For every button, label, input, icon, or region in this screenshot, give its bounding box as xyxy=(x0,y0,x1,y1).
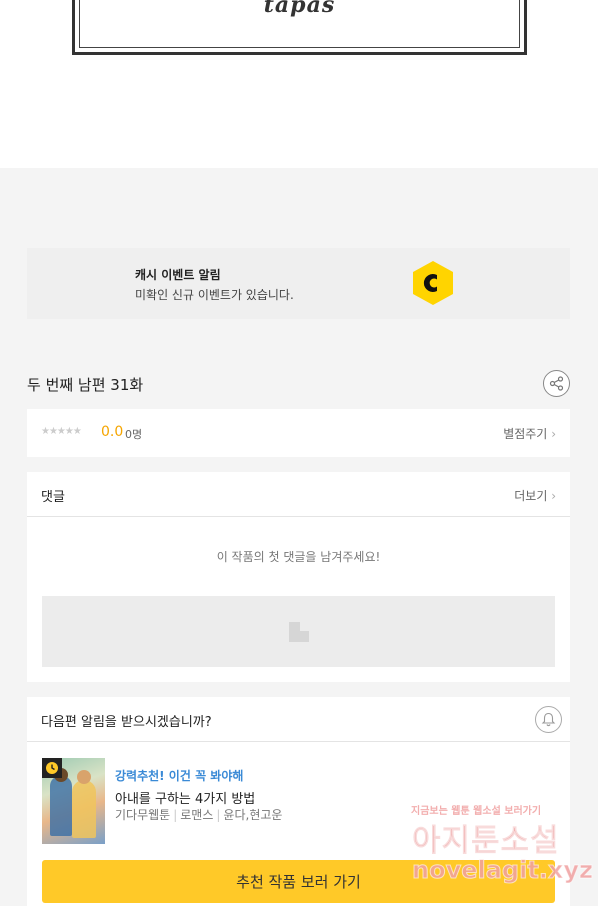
view-recommended-button[interactable]: 추천 작품 보러 가기 xyxy=(42,860,555,903)
cash-c-icon xyxy=(413,261,453,305)
work-category: 기다무웹툰 xyxy=(115,808,171,822)
rating-card: ★★★★★ 0.0 0명 별점주기 › xyxy=(27,409,570,457)
bell-icon xyxy=(541,712,556,727)
banner-subtitle: 미확인 신규 이벤트가 있습니다. xyxy=(135,288,294,302)
image-placeholder-icon xyxy=(289,622,309,642)
recommended-work-title[interactable]: 아내를 구하는 4가지 방법 xyxy=(115,788,255,807)
next-notify-header: 다음편 알림을 받으시겠습니까? xyxy=(27,697,570,742)
comment-section: 댓글 더보기 › 이 작품의 첫 댓글을 남겨주세요! xyxy=(27,472,570,682)
rating-score: 0.0 xyxy=(101,424,124,440)
work-authors: 윤다,현고운 xyxy=(223,808,283,822)
chevron-right-icon: › xyxy=(551,489,556,503)
comment-header: 댓글 더보기 › xyxy=(27,472,570,517)
next-episode-section: 다음편 알림을 받으시겠습니까? 강력추천! 이건 꼭 봐야해 아내를 구하는 … xyxy=(27,697,570,906)
banner-title: 캐시 이벤트 알림 xyxy=(135,268,221,282)
rating-stars: ★★★★★ xyxy=(41,426,82,437)
notify-bell-button[interactable] xyxy=(535,706,562,733)
chevron-right-icon: › xyxy=(551,427,556,441)
episode-title: 두 번째 남편 31화 xyxy=(27,376,144,394)
recommended-work-meta: 기다무웹툰 | 로맨스 | 윤다,현고운 xyxy=(115,808,283,822)
next-notify-question: 다음편 알림을 받으시겠습니까? xyxy=(41,715,212,730)
cash-event-banner[interactable]: 캐시 이벤트 알림 미확인 신규 이벤트가 있습니다. xyxy=(27,248,570,319)
comment-title: 댓글 xyxy=(41,490,65,505)
recommended-work-thumbnail[interactable] xyxy=(42,758,105,844)
wait-free-clock-icon xyxy=(42,758,62,778)
tapas-logo: tapas xyxy=(263,0,336,18)
rating-count: 0명 xyxy=(125,428,143,441)
ad-placeholder[interactable] xyxy=(42,596,555,667)
work-genre: 로맨스 xyxy=(180,808,214,822)
rate-button[interactable]: 별점주기 › xyxy=(503,425,556,442)
more-comments-link[interactable]: 더보기 › xyxy=(514,487,556,504)
recommend-label: 강력추천! 이건 꼭 봐야해 xyxy=(115,769,244,783)
webtoon-end-area: tapas xyxy=(0,0,598,168)
webtoon-end-frame: tapas xyxy=(72,0,527,55)
share-button[interactable] xyxy=(543,370,570,397)
share-icon xyxy=(549,376,564,391)
empty-comment-message: 이 작품의 첫 댓글을 남겨주세요! xyxy=(216,550,381,564)
